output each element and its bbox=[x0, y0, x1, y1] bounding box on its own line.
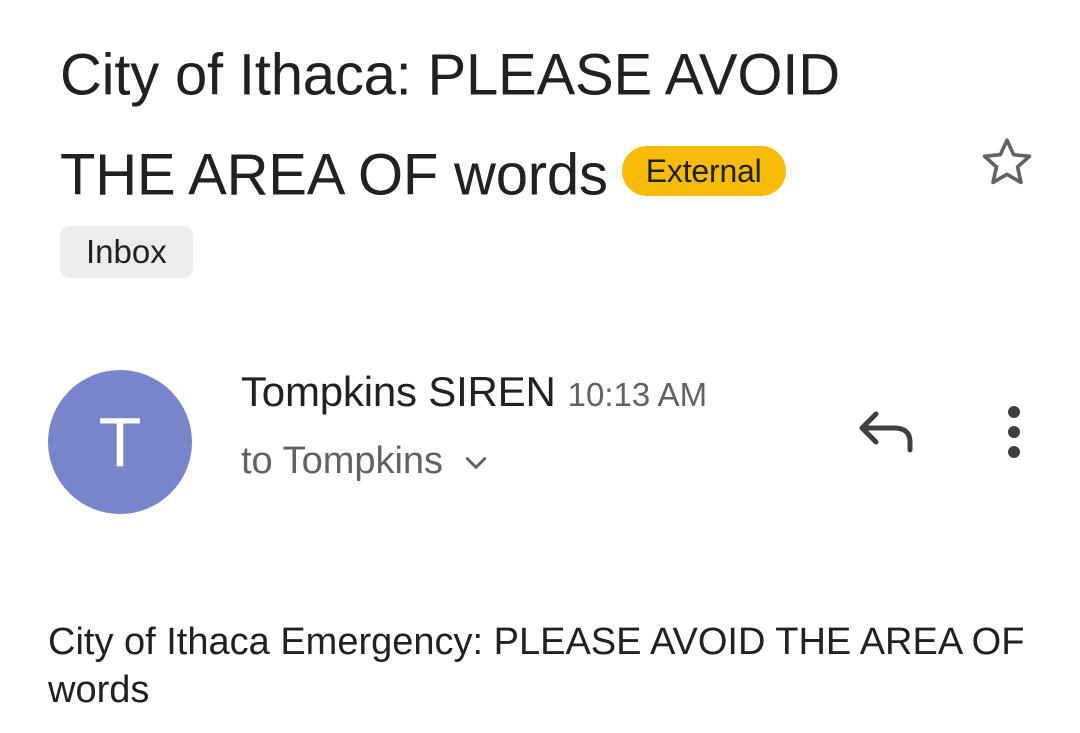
reply-button[interactable] bbox=[852, 404, 918, 460]
external-badge: External bbox=[621, 146, 786, 197]
more-vert-icon bbox=[1008, 406, 1020, 458]
message-time: 10:13 AM bbox=[567, 376, 708, 413]
inbox-label-chip[interactable]: Inbox bbox=[60, 226, 193, 278]
recipient-details-toggle[interactable]: to Tompkins bbox=[241, 440, 491, 483]
star-outline-icon bbox=[982, 138, 1032, 185]
reply-icon bbox=[859, 411, 913, 453]
email-subject: City of Ithaca: PLEASE AVOID THE AREA OF… bbox=[60, 24, 960, 223]
sender-name[interactable]: Tompkins SIREN bbox=[241, 368, 556, 415]
avatar[interactable]: T bbox=[48, 370, 192, 514]
star-button[interactable] bbox=[976, 132, 1038, 194]
message-body: City of Ithaca Emergency: PLEASE AVOID T… bbox=[48, 621, 1025, 711]
recipient-text: to Tompkins bbox=[241, 440, 444, 482]
sender-line: Tompkins SIREN 10:13 AM bbox=[241, 368, 707, 416]
more-options-button[interactable] bbox=[994, 400, 1034, 464]
chevron-down-icon bbox=[465, 457, 487, 469]
